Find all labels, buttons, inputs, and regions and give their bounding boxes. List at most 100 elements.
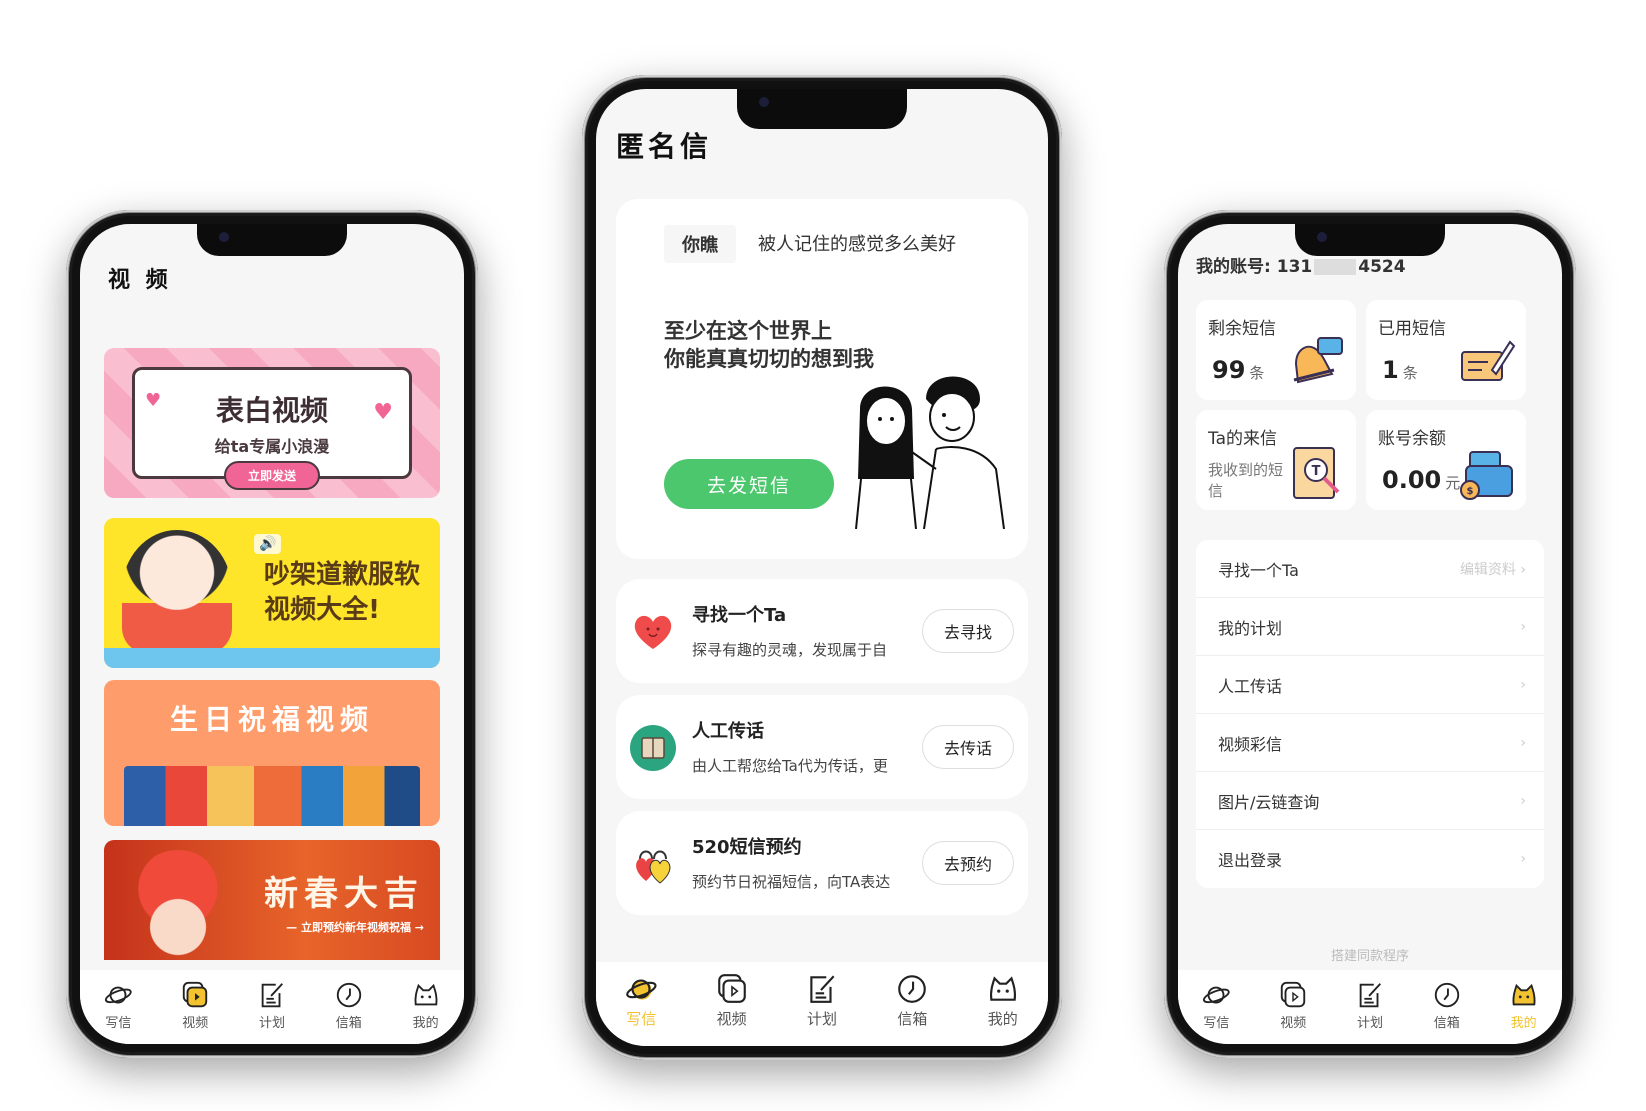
tab-label: 视频 bbox=[1280, 1016, 1307, 1031]
tab-label: 我的 bbox=[412, 1016, 439, 1031]
banner-title: 生日祝福视频 bbox=[169, 703, 374, 736]
video-icon bbox=[717, 974, 746, 1003]
clock-icon bbox=[1434, 982, 1459, 1008]
tab-label: 写信 bbox=[1203, 1016, 1230, 1031]
build-same-program-link[interactable]: 搭建同款程序 bbox=[1178, 945, 1562, 964]
tab-video[interactable]: 视频 bbox=[686, 972, 776, 1029]
notch bbox=[1295, 224, 1445, 256]
video-screen: 视 频 ♥ ♥ 表白视频 给ta专属小浪漫 立即发送 🔊 吵架道歉服软 视频大全… bbox=[80, 224, 464, 1044]
stat-number: 99 bbox=[1212, 356, 1246, 384]
account-label: 我的账号: bbox=[1196, 257, 1271, 277]
edit-note-icon bbox=[810, 975, 835, 1003]
tab-write[interactable]: 写信 bbox=[596, 972, 686, 1029]
couple-illustration bbox=[855, 376, 1005, 529]
stat-label: 已用短信 bbox=[1378, 319, 1446, 339]
edit-profile-link[interactable]: 编辑资料 › bbox=[1460, 559, 1526, 579]
page-title: 视 频 bbox=[108, 268, 172, 293]
tab-bar: 写信 视频 计划 信箱 我的 bbox=[80, 970, 464, 1044]
tab-label: 我的 bbox=[1510, 1016, 1537, 1031]
tab-plan[interactable]: 计划 bbox=[234, 980, 311, 1031]
feature-title: 寻找一个Ta bbox=[692, 605, 787, 626]
box-icon bbox=[630, 725, 676, 771]
stat-value: 0.00 元 bbox=[1382, 466, 1460, 494]
send-sms-button[interactable]: 去发短信 bbox=[664, 459, 834, 509]
cat-icon bbox=[414, 983, 438, 1006]
tab-label: 计划 bbox=[258, 1016, 285, 1031]
stat-balance[interactable]: 账号余额 0.00 元 $ bbox=[1366, 410, 1526, 510]
feature-manual-message[interactable]: 人工传话 由人工帮您给Ta代为传话，更 去传话 bbox=[616, 695, 1028, 799]
relay-button[interactable]: 去传话 bbox=[922, 725, 1014, 769]
stat-label: 账号余额 bbox=[1378, 429, 1446, 449]
stat-sub: 我收到的短信 bbox=[1208, 461, 1284, 500]
chevron-right-icon: › bbox=[1520, 792, 1526, 809]
banner-title: 新春大吉 bbox=[264, 873, 424, 914]
lion-dance-illustration bbox=[128, 850, 228, 960]
tab-label: 我的 bbox=[987, 1010, 1018, 1028]
chevron-right-icon: › bbox=[1520, 734, 1526, 751]
banner-subtitle: 给ta专属小浪漫 bbox=[214, 437, 330, 456]
banner-confession-video[interactable]: ♥ ♥ 表白视频 给ta专属小浪漫 立即发送 bbox=[104, 348, 440, 498]
stat-number: 0.00 bbox=[1382, 466, 1442, 494]
feature-desc: 探寻有趣的灵魂，发现属于自 bbox=[692, 641, 888, 659]
stat-used-sms[interactable]: 已用短信 1条 bbox=[1366, 300, 1526, 400]
menu-image-cloud-query[interactable]: 图片/云链查询 › bbox=[1196, 772, 1544, 830]
menu-label: 图片/云链查询 bbox=[1218, 792, 1320, 812]
banner-birthday-video[interactable]: 生日祝福视频 bbox=[104, 680, 440, 826]
svg-text:T: T bbox=[1312, 464, 1321, 479]
menu-find-ta[interactable]: 寻找一个Ta 编辑资料 › bbox=[1196, 540, 1544, 598]
tab-mine[interactable]: 我的 bbox=[387, 980, 464, 1031]
tab-mine[interactable]: 我的 bbox=[958, 972, 1048, 1029]
account-prefix: 131 bbox=[1276, 257, 1313, 277]
feature-520-reservation[interactable]: 520短信预约 预约节日祝福短信，向TA表达 去预约 bbox=[616, 811, 1028, 915]
feature-title: 人工传话 bbox=[692, 721, 764, 742]
tab-video[interactable]: 视频 bbox=[1255, 980, 1332, 1031]
tab-mailbox[interactable]: 信箱 bbox=[1408, 980, 1485, 1031]
tab-mine[interactable]: 我的 bbox=[1485, 980, 1562, 1031]
heart-icon bbox=[634, 615, 672, 649]
stat-remaining-sms[interactable]: 剩余短信 99 条 bbox=[1196, 300, 1356, 400]
camera bbox=[1317, 232, 1327, 242]
tab-write[interactable]: 写信 bbox=[80, 980, 157, 1031]
tab-write[interactable]: 写信 bbox=[1178, 980, 1255, 1031]
account-suffix: 4524 bbox=[1358, 257, 1406, 277]
document-search-icon: T bbox=[1293, 447, 1340, 499]
menu-my-plan[interactable]: 我的计划 › bbox=[1196, 598, 1544, 656]
menu-label: 寻找一个Ta bbox=[1218, 560, 1299, 580]
heart-icon: ♥ bbox=[373, 400, 393, 425]
crying-boy-illustration bbox=[122, 530, 232, 652]
video-icon bbox=[183, 981, 208, 1008]
stat-ta-letters[interactable]: Ta的来信 我收到的短信 T bbox=[1196, 410, 1356, 510]
send-now-button[interactable]: 立即发送 bbox=[223, 461, 320, 490]
cat-icon bbox=[989, 976, 1016, 1001]
settings-menu: 寻找一个Ta 编辑资料 › 我的计划 › 人工传话 › 视频彩信 › 图片/云链查询 › … bbox=[1196, 540, 1544, 888]
tab-plan[interactable]: 计划 bbox=[777, 972, 867, 1029]
tab-mailbox[interactable]: 信箱 bbox=[310, 980, 387, 1031]
find-button[interactable]: 去寻找 bbox=[922, 609, 1014, 653]
headline-line1: 至少在这个世界上 bbox=[664, 319, 832, 343]
tab-label: 信箱 bbox=[1433, 1016, 1460, 1031]
banner-title: 表白视频 bbox=[215, 394, 328, 427]
feature-find-ta[interactable]: 寻找一个Ta 探寻有趣的灵魂，发现属于自 去寻找 bbox=[616, 579, 1028, 683]
menu-video-mms[interactable]: 视频彩信 › bbox=[1196, 714, 1544, 772]
planet-icon bbox=[1203, 986, 1231, 1004]
menu-logout[interactable]: 退出登录 › bbox=[1196, 830, 1544, 888]
tab-bar: 写信 视频 计划 信箱 我的 bbox=[596, 962, 1048, 1046]
camera bbox=[219, 232, 229, 242]
cat-icon bbox=[1512, 983, 1536, 1006]
banner-apology-video[interactable]: 🔊 吵架道歉服软 视频大全! bbox=[104, 518, 440, 668]
speaker-icon: 🔊 bbox=[254, 534, 282, 554]
menu-manual-message[interactable]: 人工传话 › bbox=[1196, 656, 1544, 714]
chevron-right-icon: › bbox=[1520, 618, 1526, 635]
tab-label: 视频 bbox=[716, 1010, 747, 1028]
tab-plan[interactable]: 计划 bbox=[1332, 980, 1409, 1031]
stat-unit: 条 bbox=[1402, 364, 1418, 382]
account-mask bbox=[1314, 259, 1357, 275]
tab-video[interactable]: 视频 bbox=[157, 980, 234, 1031]
edit-note-icon bbox=[1359, 983, 1381, 1008]
reserve-button[interactable]: 去预约 bbox=[922, 841, 1014, 885]
tab-mailbox[interactable]: 信箱 bbox=[867, 972, 957, 1029]
stat-value: 1条 bbox=[1382, 356, 1418, 384]
banner-new-year-video[interactable]: 新春大吉 — 立即预约新年视频祝福 → bbox=[104, 840, 440, 960]
wallet-icon: $ bbox=[1460, 451, 1513, 500]
phone-letter-page: 匿名信 你瞧 被人记住的感觉多么美好 至少在这个世界上 你能真真切切的想到我 去… bbox=[582, 75, 1062, 1060]
